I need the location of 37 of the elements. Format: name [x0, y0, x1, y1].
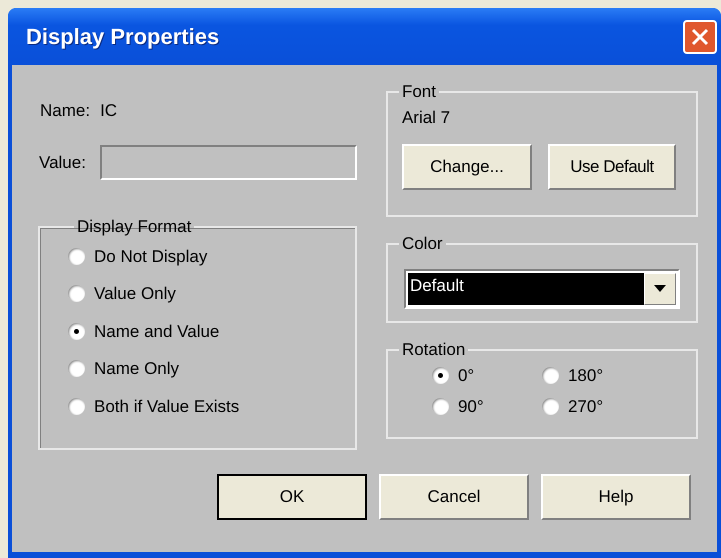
radio-label: 180° [568, 364, 604, 386]
ok-button[interactable]: OK [217, 474, 367, 520]
radio-button[interactable] [68, 398, 85, 415]
radio-button[interactable] [432, 398, 449, 416]
value-label: Value: [39, 152, 86, 174]
radio-label: 270° [568, 396, 604, 418]
radio-label: 0° [458, 364, 474, 386]
radio-button[interactable] [542, 366, 559, 384]
group-title: Color [400, 233, 444, 255]
close-button[interactable] [683, 20, 717, 54]
radio-label: Value Only [94, 283, 176, 305]
window-title: Display Properties [26, 23, 220, 51]
use-default-button[interactable]: Use Default [548, 144, 676, 190]
radio-button[interactable] [68, 360, 85, 378]
dropdown-button[interactable] [644, 272, 676, 304]
radio-label: Both if Value Exists [94, 396, 240, 418]
radio-button[interactable] [68, 248, 85, 265]
radio-button[interactable] [542, 398, 559, 416]
font-name: Arial 7 [402, 106, 452, 128]
radio-label: Do Not Display [94, 246, 208, 268]
caret-icon [654, 285, 666, 292]
radio-label: Name Only [94, 358, 180, 380]
name-label: Name: [40, 100, 90, 122]
radio-label: 90° [458, 396, 484, 418]
radio-button[interactable] [68, 322, 85, 340]
radio-button[interactable] [68, 285, 85, 302]
radio-button[interactable] [432, 366, 449, 384]
group-title: Font [400, 81, 437, 103]
change-button[interactable]: Change... [402, 144, 532, 190]
radio-label: Name and Value [94, 320, 220, 342]
group-title: Display Format [76, 216, 192, 238]
cancel-button[interactable]: Cancel [379, 474, 529, 520]
close-icon [690, 26, 710, 46]
name-value: IC [100, 100, 118, 122]
group-title: Rotation [400, 339, 466, 361]
color-dropdown[interactable]: Default [404, 268, 680, 308]
help-button[interactable]: Help [541, 474, 691, 520]
